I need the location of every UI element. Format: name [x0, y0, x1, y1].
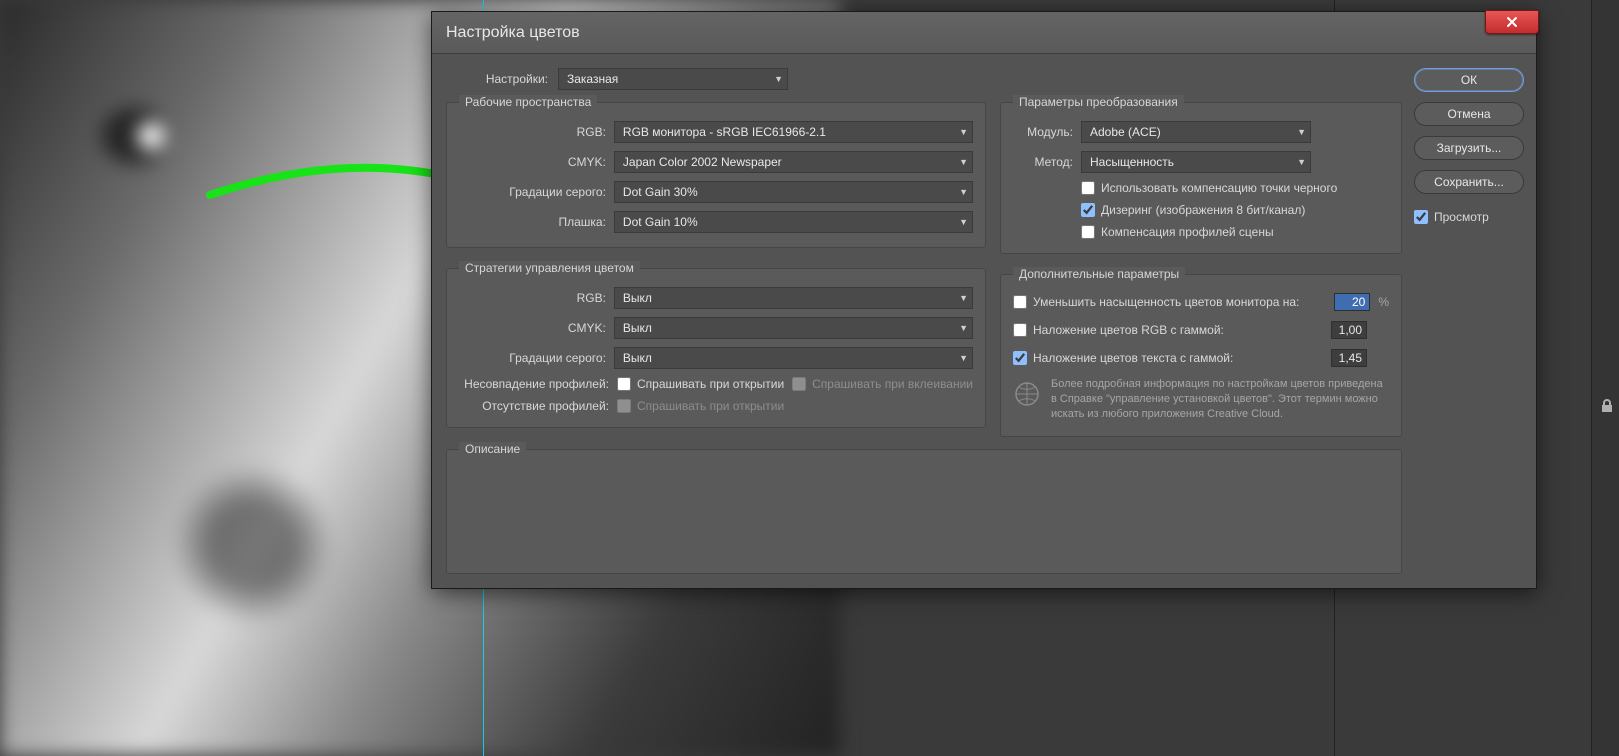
info-text: Более подробная информация по настройкам…: [1051, 377, 1389, 422]
advanced-legend: Дополнительные параметры: [1013, 267, 1185, 281]
conversion-fieldset: Параметры преобразования Модуль: Adobe (…: [1000, 102, 1402, 254]
description-fieldset: Описание: [446, 449, 1402, 574]
percent-sign: %: [1378, 295, 1389, 309]
missing-open-text: Спрашивать при открытии: [637, 399, 784, 413]
policy-gray-value: Выкл: [623, 351, 652, 365]
policy-cmyk-label: CMYK:: [459, 321, 606, 335]
engine-value: Adobe (ACE): [1090, 125, 1161, 139]
cmyk-value: Japan Color 2002 Newspaper: [623, 155, 782, 169]
mismatch-paste-text: Спрашивать при вклеивании: [812, 377, 973, 391]
policies-legend: Стратегии управления цветом: [459, 261, 640, 275]
settings-value: Заказная: [567, 72, 618, 86]
textgamma-input[interactable]: [1331, 349, 1367, 367]
preview-checkbox[interactable]: Просмотр: [1414, 210, 1524, 224]
save-button[interactable]: Сохранить...: [1414, 170, 1524, 194]
intent-value: Насыщенность: [1090, 155, 1174, 169]
cancel-button[interactable]: Отмена: [1414, 102, 1524, 126]
desat-text: Уменьшить насыщенность цветов монитора н…: [1033, 295, 1299, 309]
mismatch-paste-checkbox: Спрашивать при вклеивании: [792, 377, 973, 391]
bpc-checkbox[interactable]: Использовать компенсацию точки черного: [1081, 181, 1337, 195]
rgb-value: RGB монитора - sRGB IEC61966-2.1: [623, 125, 826, 139]
color-settings-dialog: Настройка цветов Настройки: Заказная ▼ Р…: [431, 11, 1537, 589]
info-block: Более подробная информация по настройкам…: [1013, 377, 1389, 422]
textgamma-checkbox[interactable]: Наложение цветов текста с гаммой:: [1013, 351, 1233, 365]
policy-rgb-select[interactable]: Выкл ▼: [614, 287, 973, 309]
dock-strip: [1591, 0, 1619, 756]
chevron-down-icon: ▼: [1297, 127, 1306, 137]
settings-select[interactable]: Заказная ▼: [558, 68, 788, 90]
policy-gray-select[interactable]: Выкл ▼: [614, 347, 973, 369]
mismatch-open-checkbox[interactable]: Спрашивать при открытии: [617, 377, 784, 391]
chevron-down-icon: ▼: [959, 187, 968, 197]
policy-rgb-value: Выкл: [623, 291, 652, 305]
missing-label: Отсутствие профилей:: [459, 399, 609, 413]
chevron-down-icon: ▼: [959, 293, 968, 303]
load-button[interactable]: Загрузить...: [1414, 136, 1524, 160]
rgbgamma-text: Наложение цветов RGB с гаммой:: [1033, 323, 1224, 337]
scene-checkbox[interactable]: Компенсация профилей сцены: [1081, 225, 1274, 239]
engine-label: Модуль:: [1013, 125, 1073, 139]
ok-button[interactable]: ОК: [1414, 68, 1524, 92]
mismatch-open-text: Спрашивать при открытии: [637, 377, 784, 391]
cmyk-select[interactable]: Japan Color 2002 Newspaper ▼: [614, 151, 973, 173]
advanced-fieldset: Дополнительные параметры Уменьшить насыщ…: [1000, 274, 1402, 437]
intent-select[interactable]: Насыщенность ▼: [1081, 151, 1311, 173]
rgbgamma-input[interactable]: [1331, 321, 1367, 339]
chevron-down-icon: ▼: [959, 157, 968, 167]
conversion-legend: Параметры преобразования: [1013, 95, 1184, 109]
policy-gray-label: Градации серого:: [459, 351, 606, 365]
gray-value: Dot Gain 30%: [623, 185, 698, 199]
working-spaces-fieldset: Рабочие пространства RGB: RGB монитора -…: [446, 102, 986, 248]
rgb-select[interactable]: RGB монитора - sRGB IEC61966-2.1 ▼: [614, 121, 973, 143]
chevron-down-icon: ▼: [959, 217, 968, 227]
working-legend: Рабочие пространства: [459, 95, 597, 109]
settings-label: Настройки:: [446, 72, 548, 86]
chevron-down-icon: ▼: [959, 323, 968, 333]
gray-label: Градации серого:: [459, 185, 606, 199]
title-bar[interactable]: Настройка цветов: [432, 12, 1536, 54]
policy-rgb-label: RGB:: [459, 291, 606, 305]
bpc-text: Использовать компенсацию точки черного: [1101, 181, 1337, 195]
preview-text: Просмотр: [1434, 210, 1489, 224]
chevron-down-icon: ▼: [959, 127, 968, 137]
textgamma-text: Наложение цветов текста с гаммой:: [1033, 351, 1233, 365]
chevron-down-icon: ▼: [959, 353, 968, 363]
dialog-title: Настройка цветов: [446, 24, 580, 42]
scene-text: Компенсация профилей сцены: [1101, 225, 1274, 239]
rgb-label: RGB:: [459, 125, 606, 139]
cmyk-label: CMYK:: [459, 155, 606, 169]
rgbgamma-checkbox[interactable]: Наложение цветов RGB с гаммой:: [1013, 323, 1224, 337]
spot-value: Dot Gain 10%: [623, 215, 698, 229]
dither-checkbox[interactable]: Дизеринг (изображения 8 бит/канал): [1081, 203, 1305, 217]
globe-icon: [1013, 377, 1041, 407]
description-legend: Описание: [459, 442, 526, 456]
desat-input[interactable]: [1334, 293, 1370, 311]
missing-open-checkbox: Спрашивать при открытии: [617, 399, 784, 413]
lock-icon: [1599, 398, 1615, 417]
chevron-down-icon: ▼: [1297, 157, 1306, 167]
gray-select[interactable]: Dot Gain 30% ▼: [614, 181, 973, 203]
close-button[interactable]: [1485, 10, 1539, 34]
spot-label: Плашка:: [459, 215, 606, 229]
chevron-down-icon: ▼: [774, 74, 783, 84]
policies-fieldset: Стратегии управления цветом RGB: Выкл ▼: [446, 268, 986, 428]
intent-label: Метод:: [1013, 155, 1073, 169]
dither-text: Дизеринг (изображения 8 бит/канал): [1101, 203, 1305, 217]
desat-checkbox[interactable]: Уменьшить насыщенность цветов монитора н…: [1013, 295, 1299, 309]
spot-select[interactable]: Dot Gain 10% ▼: [614, 211, 973, 233]
policy-cmyk-value: Выкл: [623, 321, 652, 335]
policy-cmyk-select[interactable]: Выкл ▼: [614, 317, 973, 339]
engine-select[interactable]: Adobe (ACE) ▼: [1081, 121, 1311, 143]
mismatch-label: Несовпадение профилей:: [459, 377, 609, 391]
close-icon: [1506, 16, 1518, 28]
